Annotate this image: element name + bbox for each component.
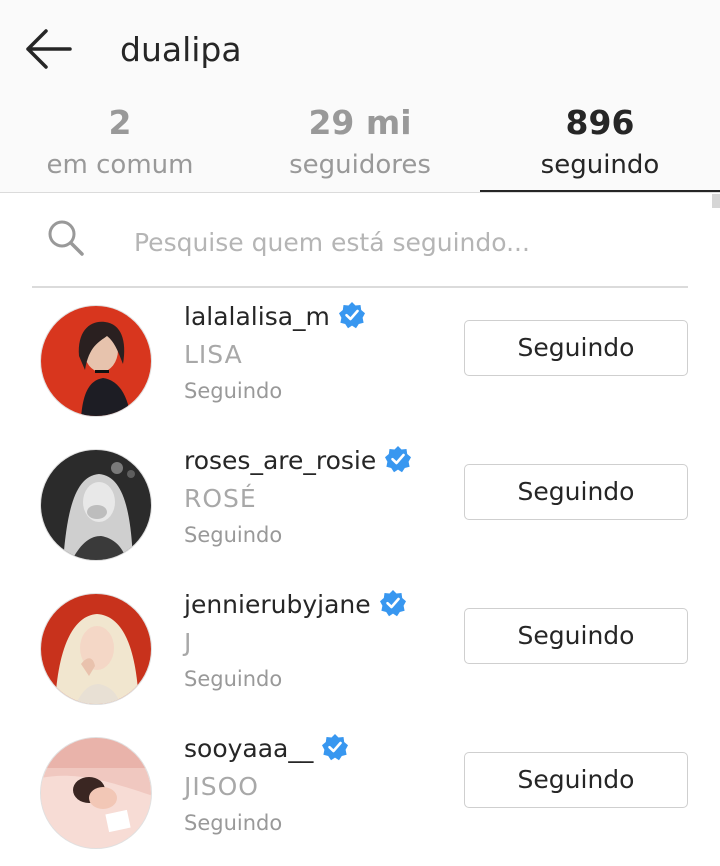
avatar[interactable] [40,305,152,417]
back-button[interactable] [22,27,74,71]
verified-badge-icon [338,302,365,329]
page-title: dualipa [120,30,242,69]
search-bar [32,200,688,288]
username[interactable]: sooyaaa__ [184,731,349,767]
full-name: ROSÉ [184,484,257,513]
tab-em-comum[interactable]: 2 em comum [0,100,240,192]
tab-label: seguidores [289,150,431,180]
tab-label: em comum [46,150,194,180]
tab-count: 2 [108,103,132,142]
tab-label: seguindo [540,150,660,180]
username[interactable]: roses_are_rosie [184,443,412,479]
arrow-left-icon [26,29,72,69]
follow-status: Seguindo [184,523,283,547]
avatar[interactable] [40,593,152,705]
username[interactable]: jennierubyjane [184,587,407,623]
follow-status: Seguindo [184,667,283,691]
search-icon [48,220,84,256]
list-item[interactable]: roses_are_rosie ROSÉ Seguindo Seguindo [0,433,720,577]
full-name: J [184,628,193,657]
following-button[interactable]: Seguindo [464,320,688,376]
verified-badge-icon [385,446,412,473]
follow-status: Seguindo [184,379,283,403]
tab-seguidores[interactable]: 29 mi seguidores [240,100,480,192]
list-item[interactable]: jennierubyjane J Seguindo Seguindo [0,577,720,721]
full-name: LISA [184,340,243,369]
verified-badge-icon [379,590,406,617]
list-item[interactable]: sooyaaa__ JISOO Seguindo Seguindo [0,721,720,865]
avatar[interactable] [40,449,152,561]
full-name: JISOO [184,772,259,801]
search-input[interactable] [134,216,674,268]
tab-count: 29 mi [308,103,412,142]
list-item[interactable]: lalalalisa_m LISA Seguindo Seguindo [0,289,720,433]
following-button[interactable]: Seguindo [464,464,688,520]
username[interactable]: lalalalisa_m [184,299,366,335]
profile-header: dualipa 2 em comum 29 mi seguidores 896 … [0,0,720,193]
scrollbar[interactable] [712,194,720,208]
tab-count: 896 [565,103,635,142]
following-button[interactable]: Seguindo [464,752,688,808]
avatar[interactable] [40,737,152,849]
verified-badge-icon [322,734,349,761]
follow-status: Seguindo [184,811,283,835]
tab-seguindo[interactable]: 896 seguindo [480,100,720,192]
following-button[interactable]: Seguindo [464,608,688,664]
